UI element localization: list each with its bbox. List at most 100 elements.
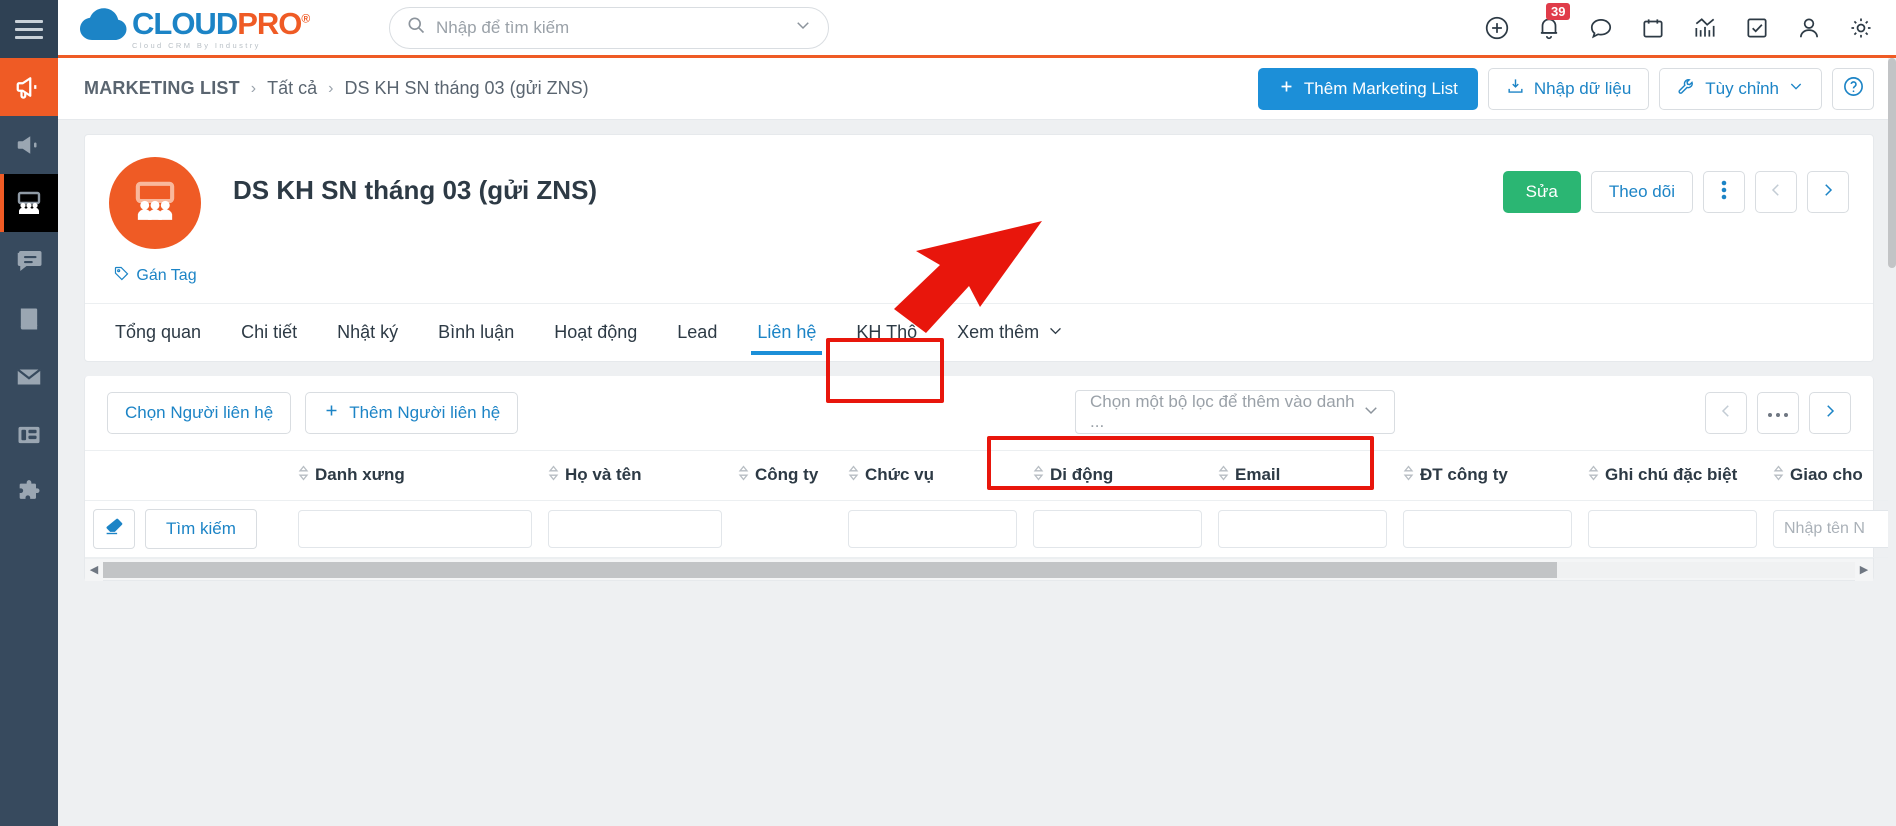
logo-cloud-text: CLOUD: [132, 5, 238, 41]
table-col-cong-ty[interactable]: Công ty: [730, 451, 840, 501]
avatar: [109, 157, 201, 249]
chat-bubble-icon[interactable]: [1588, 15, 1614, 41]
table-col-email[interactable]: Email: [1210, 451, 1395, 501]
sidebar-item-campaigns[interactable]: [0, 58, 58, 116]
email-envelope-icon: [14, 362, 44, 392]
add-marketing-list-label: Thêm Marketing List: [1303, 78, 1458, 98]
sort-updown-icon: [548, 465, 559, 486]
search-input-danh-xung[interactable]: [298, 510, 532, 548]
search-input-ho-va-ten[interactable]: [548, 510, 722, 548]
analytics-chart-icon[interactable]: [1692, 15, 1718, 41]
table-col-actions: [85, 451, 290, 501]
search-input-giao-cho[interactable]: [1773, 510, 1896, 548]
page-scrollbar-thumb[interactable]: [1888, 58, 1896, 268]
assign-tag-button[interactable]: Gán Tag: [113, 265, 197, 287]
pagination-more-button[interactable]: [1757, 392, 1799, 434]
hamburger-menu-icon[interactable]: [0, 0, 58, 58]
sort-updown-icon: [298, 465, 309, 486]
breadcrumb-bar: MARKETING LIST › Tất cả › DS KH SN tháng…: [58, 58, 1896, 120]
table-header-row: Danh xưng Họ và tên Công ty Chức vụ Di đ…: [85, 451, 1896, 501]
sidebar-item-email[interactable]: [0, 348, 58, 406]
sidebar-item-news[interactable]: [0, 406, 58, 464]
search-input-dt-cong-ty[interactable]: [1403, 510, 1572, 548]
tab-nhat-ky[interactable]: Nhật ký: [317, 304, 418, 361]
table-col-ho-va-ten[interactable]: Họ và tên: [540, 451, 730, 501]
megaphone-outline-icon: [14, 130, 44, 160]
filter-select[interactable]: Chọn một bộ lọc để thêm vào danh ...: [1075, 390, 1395, 434]
select-contact-button[interactable]: Chọn Người liên hệ: [107, 392, 292, 434]
breadcrumb-separator-icon: ›: [250, 79, 257, 97]
assign-tag-label: Gán Tag: [136, 267, 197, 284]
previous-record-button[interactable]: [1755, 171, 1797, 213]
search-input-di-dong[interactable]: [1033, 510, 1202, 548]
customize-button[interactable]: Tùy chỉnh: [1659, 67, 1822, 110]
breadcrumb: MARKETING LIST › Tất cả › DS KH SN tháng…: [84, 78, 589, 99]
next-record-button[interactable]: [1807, 171, 1849, 213]
breadcrumb-level2[interactable]: Tất cả: [267, 78, 317, 99]
sort-updown-icon: [1403, 465, 1414, 486]
add-circle-icon[interactable]: [1484, 15, 1510, 41]
breadcrumb-actions: Thêm Marketing List Nhập dữ liệu Tùy chỉ…: [1257, 67, 1874, 110]
logo-wordmark: CLOUDPRO®: [132, 5, 310, 41]
cloudpro-logo[interactable]: CLOUDPRO® Cloud CRM By Industry: [78, 6, 310, 50]
sidebar-item-library[interactable]: [0, 290, 58, 348]
breadcrumb-root[interactable]: MARKETING LIST: [84, 78, 240, 99]
table-col-ghi-chu-dac-biet[interactable]: Ghi chú đặc biệt: [1580, 451, 1765, 501]
scrollbar-track[interactable]: [103, 561, 1855, 578]
search-button[interactable]: Tìm kiếm: [145, 509, 257, 549]
tab-chi-tiet[interactable]: Chi tiết: [221, 304, 317, 361]
import-data-button[interactable]: Nhập dữ liệu: [1487, 67, 1650, 110]
chevron-down-icon: [1362, 401, 1380, 424]
sidebar-item-addons[interactable]: [0, 464, 58, 522]
tab-label: Nhật ký: [337, 322, 399, 342]
clear-search-button[interactable]: [93, 509, 135, 549]
search-input-ghi-chu[interactable]: [1588, 510, 1757, 548]
tab-lead[interactable]: Lead: [657, 304, 737, 361]
calendar-icon[interactable]: [1640, 15, 1666, 41]
search-input[interactable]: [436, 17, 794, 38]
more-actions-button[interactable]: [1703, 171, 1745, 213]
pagination-prev-button[interactable]: [1705, 392, 1747, 434]
add-marketing-list-button[interactable]: Thêm Marketing List: [1257, 67, 1478, 110]
settings-gear-icon[interactable]: [1848, 15, 1874, 41]
edit-button-label: Sửa: [1525, 182, 1558, 201]
tab-lien-he[interactable]: Liên hệ: [737, 304, 836, 361]
edit-button[interactable]: Sửa: [1502, 171, 1581, 213]
chevron-down-icon[interactable]: [794, 16, 812, 39]
sidebar-item-marketing-list[interactable]: [0, 174, 58, 232]
task-checkbox-icon[interactable]: [1744, 15, 1770, 41]
tab-kh-tho[interactable]: KH Thô: [836, 304, 937, 361]
search-cell-danh-xung: [290, 500, 540, 558]
sidebar-item-messages[interactable]: [0, 232, 58, 290]
tab-xem-them[interactable]: Xem thêm: [937, 304, 1084, 361]
table-col-di-dong[interactable]: Di động: [1025, 451, 1210, 501]
triangle-right-icon[interactable]: ▶: [1855, 558, 1873, 581]
user-account-icon[interactable]: [1796, 15, 1822, 41]
tab-hoat-dong[interactable]: Hoạt động: [534, 304, 657, 361]
tab-tong-quan[interactable]: Tổng quan: [95, 304, 221, 361]
tab-binh-luan[interactable]: Bình luận: [418, 304, 534, 361]
breadcrumb-current: DS KH SN tháng 03 (gửi ZNS): [344, 78, 589, 98]
table-col-giao-cho[interactable]: Giao cho: [1765, 451, 1896, 501]
table-col-danh-xung[interactable]: Danh xưng: [290, 451, 540, 501]
table-col-dt-cong-ty[interactable]: ĐT công ty: [1395, 451, 1580, 501]
search-cell-cong-ty: [730, 500, 840, 558]
sidebar-item-broadcast[interactable]: [0, 116, 58, 174]
chevron-left-icon: [1767, 181, 1785, 204]
column-label: Công ty: [755, 465, 819, 484]
table-horizontal-scrollbar[interactable]: ◀ ▶: [85, 558, 1873, 581]
scrollbar-thumb[interactable]: [103, 561, 1558, 578]
page-scrollbar[interactable]: [1888, 58, 1896, 826]
sort-updown-icon: [848, 465, 859, 486]
table-col-chuc-vu[interactable]: Chức vụ: [840, 451, 1025, 501]
contacts-pagination: [1705, 392, 1851, 434]
follow-button[interactable]: Theo dõi: [1590, 171, 1693, 213]
add-contact-button[interactable]: Thêm Người liên hệ: [305, 392, 519, 434]
search-input-chuc-vu[interactable]: [848, 510, 1017, 548]
search-input-email[interactable]: [1218, 510, 1387, 548]
triangle-left-icon[interactable]: ◀: [85, 558, 103, 581]
pagination-next-button[interactable]: [1809, 392, 1851, 434]
notifications-bell-icon[interactable]: 39: [1536, 2, 1571, 41]
help-button[interactable]: [1832, 67, 1874, 110]
breadcrumb-separator-icon: ›: [328, 79, 334, 97]
